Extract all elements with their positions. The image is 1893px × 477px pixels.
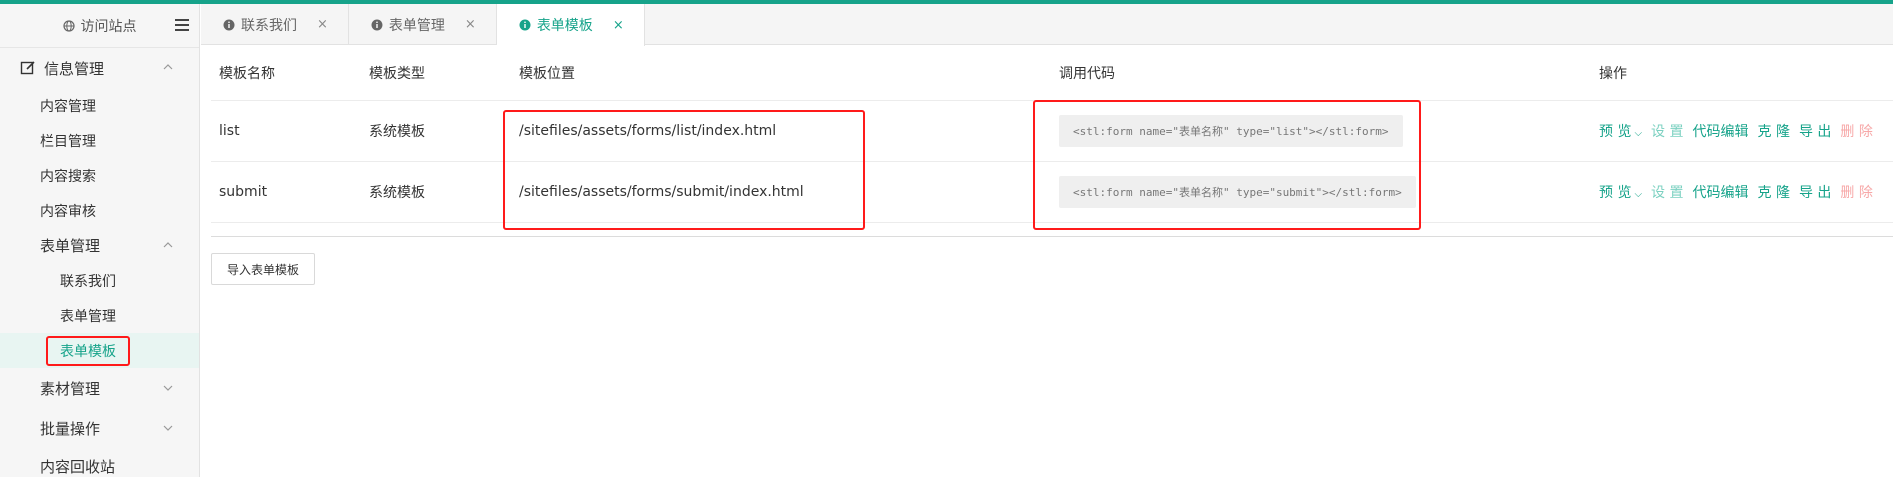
sidebar-item-label: 内容管理 xyxy=(40,98,96,115)
close-icon[interactable]: × xyxy=(613,18,624,33)
col-header-location: 模板位置 xyxy=(511,46,1051,101)
tab-label: 联系我们 xyxy=(241,17,297,34)
sidebar-group-label: 信息管理 xyxy=(44,59,105,78)
sidebar-subitem-label: 联系我们 xyxy=(60,273,116,290)
cell-actions: 预 览 ⌵ 设 置 代码编辑 克 隆 导 出 删 除 xyxy=(1591,100,1893,162)
tab-contact-us[interactable]: 联系我们 × xyxy=(201,4,349,45)
col-header-code: 调用代码 xyxy=(1051,46,1591,101)
info-icon xyxy=(371,19,383,30)
visit-site-label: 访问站点 xyxy=(80,18,137,35)
code-edit-button[interactable]: 代码编辑 xyxy=(1693,182,1749,202)
sidebar-item-label: 栏目管理 xyxy=(40,133,96,150)
chevron-down-icon xyxy=(163,425,173,431)
preview-button[interactable]: 预 览 ⌵ xyxy=(1599,121,1642,141)
preview-label: 预 览 xyxy=(1599,123,1632,140)
cell-type: 系统模板 xyxy=(361,100,511,162)
highlight-code-column xyxy=(1033,100,1421,230)
sidebar-item-content-management[interactable]: 内容管理 xyxy=(0,88,199,123)
edit-icon xyxy=(20,61,35,75)
import-form-template-button[interactable]: 导入表单模板 xyxy=(211,253,316,285)
tab-label: 表单模板 xyxy=(536,18,593,34)
sidebar-item-label: 批量操作 xyxy=(40,419,101,438)
main-content: 模板名称 模板类型 模板位置 调用代码 操作 list 系统模板 /sitefi… xyxy=(201,46,1893,477)
highlight-location-column xyxy=(503,110,865,230)
cell-actions: 预 览 ⌵ 设 置 代码编辑 克 隆 导 出 删 除 xyxy=(1591,161,1893,223)
sidebar-item-label: 内容回收站 xyxy=(40,457,116,476)
close-icon[interactable]: × xyxy=(317,17,328,32)
sidebar-subitem-form-templates[interactable]: 表单模板 xyxy=(0,333,199,368)
col-header-name: 模板名称 xyxy=(211,46,361,101)
sidebar-item-form-management-group[interactable]: 表单管理 xyxy=(0,228,199,263)
chevron-up-icon xyxy=(163,242,173,248)
export-button[interactable]: 导 出 xyxy=(1799,121,1831,141)
sidebar-header: 访问站点 xyxy=(0,4,199,48)
col-header-type: 模板类型 xyxy=(361,46,511,101)
sidebar-subitem-label: 表单模板 xyxy=(46,335,130,366)
delete-button[interactable]: 删 除 xyxy=(1840,182,1872,202)
cell-name: submit xyxy=(211,161,361,223)
preview-button[interactable]: 预 览 ⌵ xyxy=(1599,182,1642,202)
sidebar-subitem-contact-us[interactable]: 联系我们 xyxy=(0,263,199,298)
row-actions: 预 览 ⌵ 设 置 代码编辑 克 隆 导 出 删 除 xyxy=(1599,182,1893,202)
chevron-down-icon xyxy=(163,385,173,391)
chevron-down-icon: ⌵ xyxy=(1634,188,1643,200)
info-icon xyxy=(223,19,235,30)
delete-button[interactable]: 删 除 xyxy=(1840,121,1872,141)
close-icon[interactable]: × xyxy=(465,17,476,32)
sidebar-subitem-label: 表单管理 xyxy=(60,308,116,325)
sidebar-item-label: 内容审核 xyxy=(40,203,96,220)
clone-button[interactable]: 克 隆 xyxy=(1758,182,1790,202)
sidebar-item-content-review[interactable]: 内容审核 xyxy=(0,193,199,228)
clone-button[interactable]: 克 隆 xyxy=(1758,121,1790,141)
info-icon xyxy=(519,19,531,31)
sidebar-item-recycle-bin[interactable]: 内容回收站 xyxy=(0,448,199,477)
sidebar: 访问站点 信息管理 内容管理 栏目管理 内容搜索 内容审核 表单管理 联系我们 … xyxy=(0,4,200,477)
tab-form-templates[interactable]: 表单模板 × xyxy=(496,4,645,46)
row-actions: 预 览 ⌵ 设 置 代码编辑 克 隆 导 出 删 除 xyxy=(1599,121,1893,141)
sidebar-item-label: 表单管理 xyxy=(40,237,101,255)
sidebar-group-info-management[interactable]: 信息管理 xyxy=(0,48,199,88)
code-edit-button[interactable]: 代码编辑 xyxy=(1693,121,1749,141)
menu-toggle-icon[interactable] xyxy=(175,19,189,31)
col-header-actions: 操作 xyxy=(1591,46,1893,101)
cell-name: list xyxy=(211,100,361,162)
sidebar-item-label: 内容搜索 xyxy=(40,168,96,185)
globe-icon xyxy=(62,19,75,32)
table-header-row: 模板名称 模板类型 模板位置 调用代码 操作 xyxy=(211,46,1893,101)
sidebar-item-content-search[interactable]: 内容搜索 xyxy=(0,158,199,193)
export-button[interactable]: 导 出 xyxy=(1799,182,1831,202)
tab-form-management[interactable]: 表单管理 × xyxy=(349,4,497,45)
tab-label: 表单管理 xyxy=(388,17,445,34)
cell-type: 系统模板 xyxy=(361,161,511,223)
table-divider xyxy=(211,236,1893,237)
chevron-up-icon xyxy=(163,64,173,70)
sidebar-subitem-form-management[interactable]: 表单管理 xyxy=(0,298,199,333)
sidebar-item-label: 素材管理 xyxy=(40,379,101,398)
settings-button[interactable]: 设 置 xyxy=(1651,182,1683,202)
sidebar-item-batch-operations[interactable]: 批量操作 xyxy=(0,408,199,448)
preview-label: 预 览 xyxy=(1599,184,1632,201)
settings-button[interactable]: 设 置 xyxy=(1651,121,1683,141)
chevron-down-icon: ⌵ xyxy=(1634,127,1643,139)
tab-bar: 联系我们 × 表单管理 × 表单模板 × xyxy=(201,4,1893,46)
sidebar-item-media-management[interactable]: 素材管理 xyxy=(0,368,199,408)
visit-site-link[interactable]: 访问站点 xyxy=(62,16,137,36)
sidebar-item-channel-management[interactable]: 栏目管理 xyxy=(0,123,199,158)
